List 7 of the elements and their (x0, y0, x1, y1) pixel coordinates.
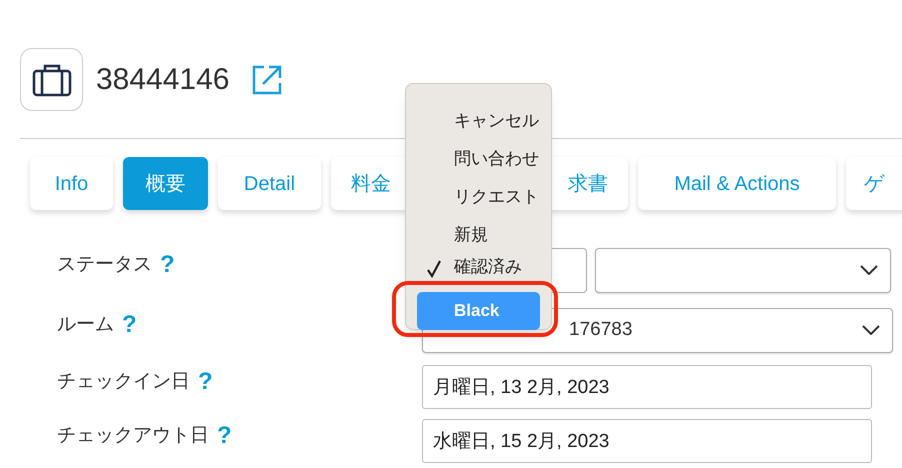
booking-number: 38444146 (96, 64, 230, 94)
field-label: チェックイン日 (57, 370, 190, 394)
field-label: チェックアウト日 (57, 424, 209, 448)
field-label: ルーム (57, 312, 114, 337)
tab-label: 求書 (568, 172, 608, 196)
tab-label: 料金 (351, 172, 391, 196)
field-label: ステータス (57, 252, 152, 277)
